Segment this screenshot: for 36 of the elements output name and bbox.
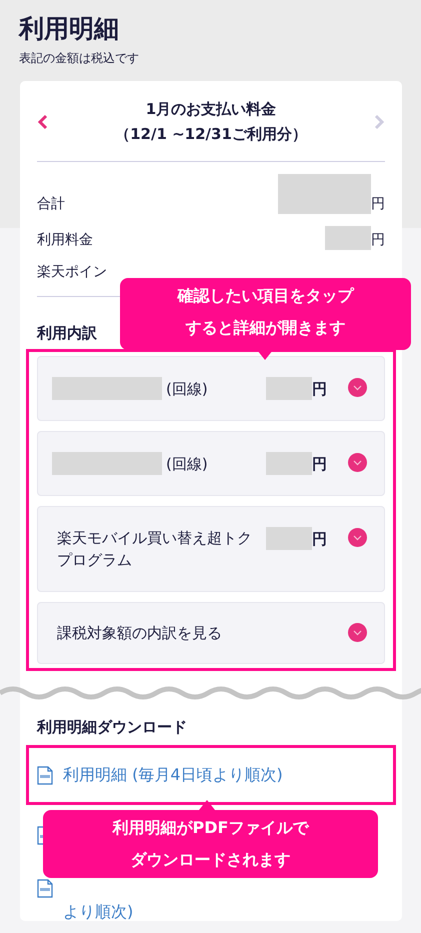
yen-unit: 円 — [312, 378, 327, 400]
pdf-file-icon — [37, 766, 53, 785]
redacted-block — [266, 527, 312, 550]
callout-bubble: 利用明細がPDFファイルで ダウンロードされます — [43, 810, 378, 878]
previous-month-icon[interactable] — [37, 114, 49, 130]
redacted-block — [266, 452, 312, 475]
summary-label: 楽天ポイン — [37, 263, 107, 282]
page-title: 利用明細 — [19, 14, 120, 44]
total-label: 合計 — [37, 195, 65, 214]
section-title: 利用明細ダウンロード — [37, 717, 187, 737]
breakdown-item[interactable]: (回線) 円 — [37, 356, 385, 421]
item-label: 楽天モバイル買い替え超トクプログラム — [56, 528, 253, 571]
yen-unit: 円 — [371, 195, 385, 214]
callout-bubble: 確認したい項目をタップ すると詳細が開きます — [120, 278, 411, 350]
yen-unit: 円 — [371, 231, 385, 250]
expand-icon[interactable] — [348, 378, 367, 397]
breakdown-link-text: 課税対象額の内訳を見る — [56, 623, 223, 644]
redacted-block — [266, 377, 312, 400]
tax-note: 表記の金額は税込です — [19, 50, 140, 66]
pdf-download-link[interactable]: より順次) — [63, 900, 134, 924]
yen-unit: 円 — [312, 454, 327, 474]
redacted-block — [325, 226, 371, 250]
breakdown-item[interactable]: (回線) 円 — [37, 431, 385, 496]
billing-title: 1月のお支払い料金 — [144, 99, 278, 120]
summary-label: 利用料金 — [37, 231, 93, 250]
section-title: 利用内訳 — [37, 323, 97, 343]
yen-unit: 円 — [312, 528, 327, 550]
expand-icon[interactable] — [348, 453, 367, 472]
breakdown-item[interactable]: 課税対象額の内訳を見る — [37, 602, 385, 664]
expand-icon[interactable] — [348, 623, 367, 642]
line-label: (回線) — [166, 454, 208, 474]
billing-period: （12/1 ~12/31ご利用分） — [114, 124, 308, 145]
pdf-download-link[interactable]: 利用明細 (毎月4日頃より順次) — [63, 763, 283, 787]
line-label: (回線) — [166, 378, 208, 400]
expand-icon[interactable] — [348, 528, 367, 547]
breakdown-item[interactable]: 楽天モバイル買い替え超トクプログラム 円 — [37, 506, 385, 592]
